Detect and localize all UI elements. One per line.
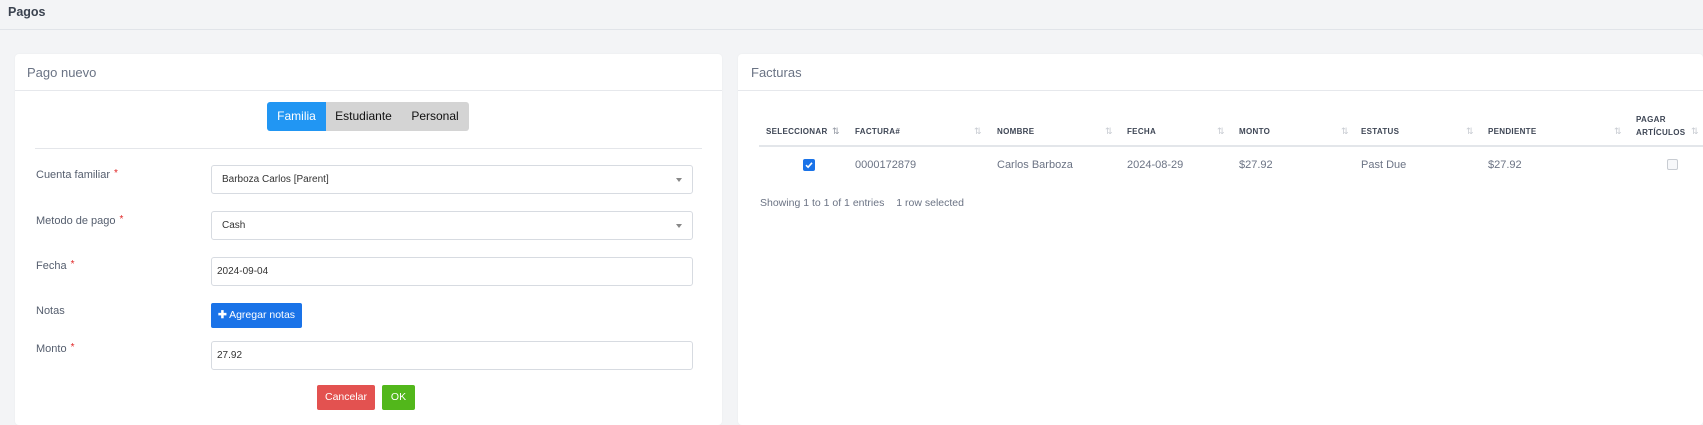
add-notes-button[interactable]: ✚ Agregar notas xyxy=(211,303,302,328)
col-header-name[interactable]: NOMBRE xyxy=(997,127,1034,137)
selected-info: 1 row selected xyxy=(896,197,964,209)
payment-method-select[interactable]: Cash xyxy=(211,211,693,240)
notes-label: Notas xyxy=(36,305,65,317)
sort-icon[interactable]: ⇅ xyxy=(1217,126,1225,137)
payment-method-value: Cash xyxy=(222,220,246,231)
ok-button[interactable]: OK xyxy=(382,385,415,410)
check-icon xyxy=(805,162,813,169)
col-header-status[interactable]: ESTATUS xyxy=(1361,127,1399,137)
date-value: 2024-09-04 xyxy=(217,266,269,277)
sort-icon[interactable]: ⇅ xyxy=(1614,126,1622,137)
sort-icon[interactable]: ⇅ xyxy=(1691,126,1699,137)
col-header-amount[interactable]: MONTO xyxy=(1239,127,1270,137)
amount-value: 27.92 xyxy=(217,350,243,361)
cell-name: Carlos Barboza xyxy=(997,159,1073,171)
required-mark: * xyxy=(70,259,75,270)
required-mark: * xyxy=(119,214,124,225)
tab-estudiante[interactable]: Estudiante xyxy=(326,102,401,131)
card-header-divider xyxy=(738,90,1703,91)
pay-items-checkbox[interactable] xyxy=(1667,159,1678,170)
cell-amount: $27.92 xyxy=(1239,159,1273,171)
chevron-down-icon xyxy=(676,224,682,228)
cell-pending: $27.92 xyxy=(1488,159,1522,171)
family-account-value: Barboza Carlos [Parent] xyxy=(222,174,329,185)
tab-personal[interactable]: Personal xyxy=(401,102,469,131)
new-payment-title: Pago nuevo xyxy=(27,65,97,80)
payer-type-toggle: Familia Estudiante Personal xyxy=(267,102,469,131)
form-divider xyxy=(35,148,702,149)
tab-familia[interactable]: Familia xyxy=(267,102,326,131)
required-mark: * xyxy=(113,168,118,179)
family-account-label: Cuenta familiar * xyxy=(36,168,118,181)
table-header-divider xyxy=(759,145,1703,147)
payment-method-label: Metodo de pago * xyxy=(36,214,124,227)
amount-label: Monto * xyxy=(36,342,75,355)
col-header-select[interactable]: SELECCIONAR xyxy=(766,127,828,137)
plus-icon: ✚ xyxy=(217,309,227,321)
table-info: Showing 1 to 1 of 1 entries 1 row select… xyxy=(760,197,964,209)
sort-icon[interactable]: ⇅ xyxy=(974,126,982,137)
amount-input[interactable]: 27.92 xyxy=(211,341,693,370)
sort-asc-icon[interactable]: ⇅ xyxy=(832,126,840,137)
page-title: Pagos xyxy=(8,5,46,19)
page-header: Pagos xyxy=(0,0,1703,30)
date-input[interactable]: 2024-09-04 xyxy=(211,257,693,286)
cell-date: 2024-08-29 xyxy=(1127,159,1184,171)
card-header-divider xyxy=(15,90,722,91)
entries-info: Showing 1 to 1 of 1 entries xyxy=(760,197,885,209)
new-payment-card: Pago nuevo Familia Estudiante Personal C… xyxy=(15,54,722,425)
cell-invoice: 0000172879 xyxy=(855,159,917,171)
col-header-pay-items[interactable]: PAGAR ARTÍCULOS xyxy=(1636,115,1685,138)
date-label: Fecha * xyxy=(36,259,75,272)
required-mark: * xyxy=(70,342,75,353)
invoices-title: Facturas xyxy=(751,65,802,80)
chevron-down-icon xyxy=(676,178,682,182)
col-header-date[interactable]: FECHA xyxy=(1127,127,1156,137)
sort-icon[interactable]: ⇅ xyxy=(1341,126,1349,137)
row-select-checkbox[interactable] xyxy=(803,159,815,171)
cancel-button[interactable]: Cancelar xyxy=(317,385,375,410)
col-header-pending[interactable]: PENDIENTE xyxy=(1488,127,1537,137)
family-account-select[interactable]: Barboza Carlos [Parent] xyxy=(211,165,693,194)
sort-icon[interactable]: ⇅ xyxy=(1466,126,1474,137)
sort-icon[interactable]: ⇅ xyxy=(1105,126,1113,137)
cell-status: Past Due xyxy=(1361,159,1407,171)
invoices-card: Facturas xyxy=(738,54,1703,425)
col-header-invoice[interactable]: FACTURA# xyxy=(855,127,900,137)
